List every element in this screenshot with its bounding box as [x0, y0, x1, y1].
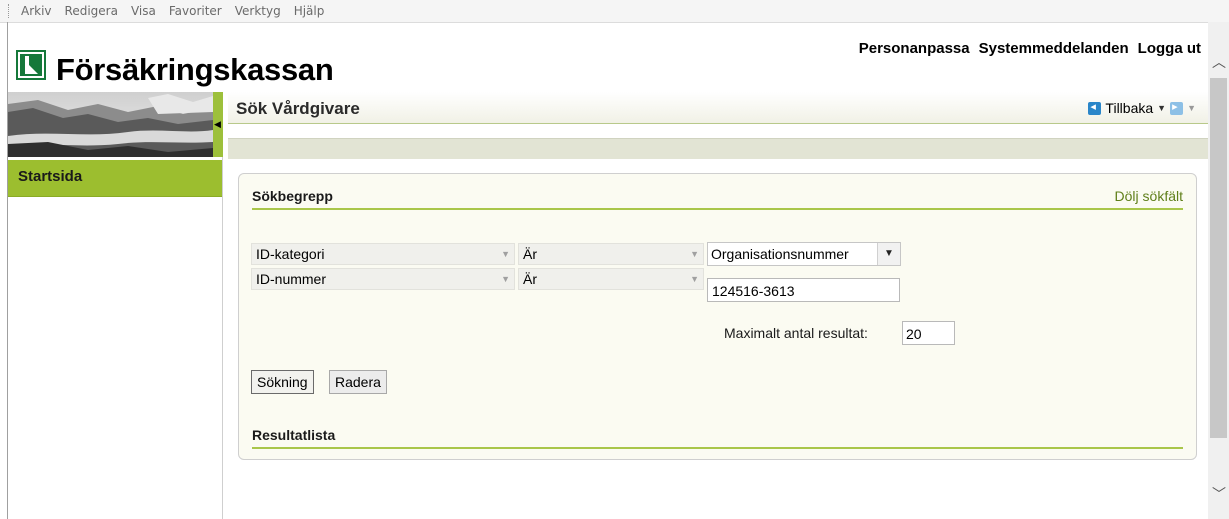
criteria-operator-select[interactable]: Är ▼ — [518, 268, 704, 290]
collapse-panel-tab[interactable]: ◀ — [213, 92, 223, 157]
criteria-operator-value: Är — [523, 271, 537, 287]
sidebar-item-label: Startsida — [18, 168, 83, 185]
criteria-operator-select[interactable]: Är ▼ — [518, 243, 704, 265]
id-number-value: 124516-3613 — [712, 283, 795, 299]
back-button[interactable]: Tillbaka — [1105, 100, 1153, 116]
app-window: Arkiv Redigera Visa Favoriter Verktyg Hj… — [0, 0, 1229, 519]
id-number-input[interactable]: 124516-3613 — [707, 278, 900, 302]
menu-item-verktyg[interactable]: Verktyg — [235, 4, 281, 18]
max-results-label: Maximalt antal resultat: — [724, 325, 868, 341]
dropdown-arrow-icon: ▼ — [884, 248, 894, 259]
landscape-image — [8, 92, 213, 157]
criteria-field-select[interactable]: ID-kategori ▼ — [251, 243, 515, 265]
id-category-value: Organisationsnummer — [711, 246, 849, 262]
menu-item-favoriter[interactable]: Favoriter — [169, 4, 222, 18]
title-bar: Sök Vårdgivare ◂ Tillbaka ▼ ▸ ▼ — [228, 92, 1208, 124]
menu-grip — [8, 4, 13, 18]
criteria-field-select[interactable]: ID-nummer ▼ — [251, 268, 515, 290]
criteria-field-value: ID-nummer — [256, 271, 327, 287]
criteria-field-value: ID-kategori — [256, 246, 325, 262]
dropdown-arrow-icon: ▼ — [501, 249, 510, 259]
results-section-header: Resultatlista — [252, 423, 1183, 449]
collapse-arrow-icon: ◀ — [214, 119, 221, 129]
hide-search-fields-link[interactable]: Dölj sökfält — [1115, 188, 1183, 204]
personanpassa-link[interactable]: Personanpassa — [859, 40, 970, 57]
criteria-operator-value: Är — [523, 246, 537, 262]
forward-arrow-icon[interactable]: ▸ — [1170, 101, 1184, 115]
menu-item-hjalp[interactable]: Hjälp — [294, 4, 325, 18]
results-section-title: Resultatlista — [252, 427, 336, 443]
toolbar-band — [228, 138, 1208, 159]
back-arrow-icon[interactable]: ◂ — [1088, 101, 1102, 115]
search-section-title: Sökbegrepp — [252, 188, 333, 204]
page-title: Sök Vårdgivare — [236, 99, 360, 118]
scroll-down-icon[interactable]: ﹀ — [1212, 484, 1226, 504]
clear-button[interactable]: Radera — [329, 370, 387, 394]
search-panel: Sökbegrepp Dölj sökfält ID-kategori ▼ Är… — [238, 173, 1197, 460]
logo-icon — [16, 50, 46, 80]
brand-name: Försäkringskassan — [56, 52, 334, 87]
id-category-select[interactable]: Organisationsnummer ▼ — [707, 242, 901, 266]
search-button[interactable]: Sökning — [251, 370, 314, 394]
menu-item-visa[interactable]: Visa — [131, 4, 156, 18]
max-results-value: 20 — [906, 326, 922, 342]
vertical-scrollbar[interactable]: ︿ ﹀ — [1208, 22, 1229, 519]
dropdown-button[interactable]: ▼ — [877, 243, 900, 265]
dropdown-arrow-icon: ▼ — [501, 274, 510, 284]
dropdown-arrow-icon: ▼ — [690, 274, 699, 284]
max-results-input[interactable]: 20 — [902, 321, 955, 345]
forward-dropdown-icon[interactable]: ▼ — [1187, 103, 1196, 113]
dropdown-arrow-icon: ▼ — [690, 249, 699, 259]
search-section-header: Sökbegrepp Dölj sökfält — [252, 184, 1183, 210]
scroll-up-icon[interactable]: ︿ — [1212, 52, 1226, 72]
sidebar-divider — [222, 157, 223, 519]
logout-link[interactable]: Logga ut — [1138, 40, 1201, 57]
menu-item-arkiv[interactable]: Arkiv — [21, 4, 52, 18]
header-links: Personanpassa Systemmeddelanden Logga ut — [859, 40, 1201, 57]
history-nav: ◂ Tillbaka ▼ ▸ ▼ — [1088, 100, 1196, 116]
scrollbar-thumb[interactable] — [1210, 78, 1227, 438]
back-dropdown-icon[interactable]: ▼ — [1157, 103, 1166, 113]
sidebar-item-startsida[interactable]: Startsida — [8, 160, 222, 197]
menu-item-redigera[interactable]: Redigera — [65, 4, 118, 18]
systemmeddelanden-link[interactable]: Systemmeddelanden — [979, 40, 1129, 57]
menu-bar: Arkiv Redigera Visa Favoriter Verktyg Hj… — [0, 0, 1229, 23]
